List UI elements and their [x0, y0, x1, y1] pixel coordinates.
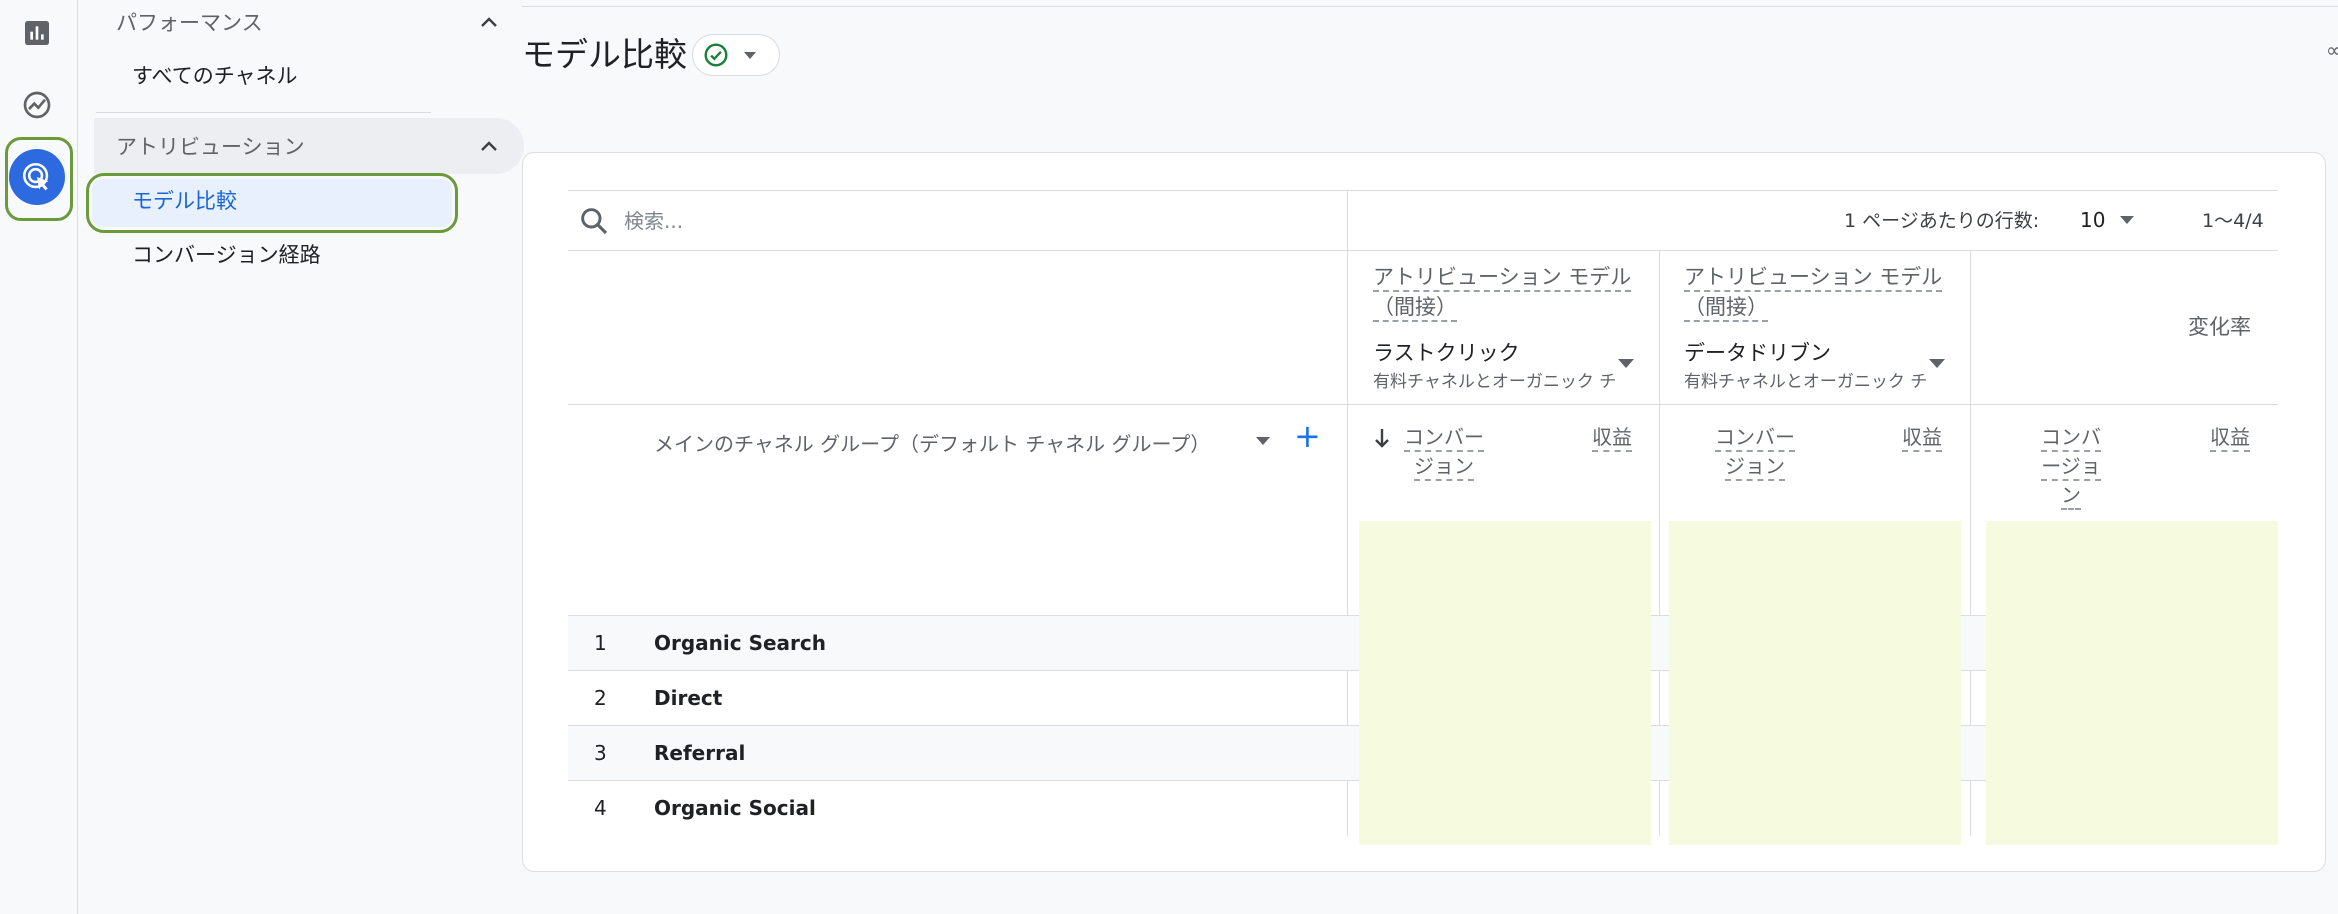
sidebar-item-label: モデル比較: [132, 189, 237, 213]
conversions-a-header[interactable]: コンバー ジョン: [1400, 423, 1488, 481]
dimension-dropdown-icon[interactable]: [1256, 437, 1270, 445]
rows-per-page-select[interactable]: 10: [2080, 204, 2152, 236]
change-rate-label: 変化率: [2188, 315, 2251, 339]
check-circle-icon: [704, 43, 728, 67]
search-input[interactable]: [622, 204, 1322, 238]
row-label: Organic Social: [654, 796, 816, 820]
conversions-b-l2: ジョン: [1725, 454, 1785, 481]
model-b-heading-line2: （間接）: [1684, 295, 1768, 322]
chevron-up-icon: [481, 141, 497, 151]
sidebar-item-label: すべてのチャネル: [132, 64, 298, 88]
sidebar-item-model-comparison[interactable]: モデル比較: [132, 175, 237, 225]
share-icon[interactable]: ∝: [2326, 38, 2338, 62]
status-chip[interactable]: [692, 34, 780, 76]
conversions-c-l1: コンバ: [2041, 425, 2101, 452]
revenue-b-header[interactable]: 収益: [1902, 423, 1942, 452]
model-a-dropdown-icon[interactable]: [1618, 359, 1634, 368]
rows-per-page-label: 1 ページあたりの行数:: [1844, 210, 2040, 232]
header-divider: [522, 6, 2338, 7]
trend-icon[interactable]: [14, 82, 60, 128]
nav-section-attribution[interactable]: アトリビューション: [94, 118, 524, 174]
model-b-sub: 有料チャネルとオーガニック チ: [1684, 372, 1928, 392]
model-b-name: データドリブン: [1684, 341, 1831, 365]
model-a-sub: 有料チャネルとオーガニック チ: [1373, 372, 1617, 392]
bar-chart-icon[interactable]: [14, 10, 60, 56]
toolbar-bottom-border: [568, 250, 2278, 251]
page-range: 1〜4/4: [2202, 210, 2264, 232]
attribution-icon[interactable]: [9, 149, 65, 205]
conversions-a-l2: ジョン: [1414, 454, 1474, 481]
sort-arrow-down-icon[interactable]: [1372, 426, 1392, 450]
revenue-a-label: 収益: [1592, 425, 1632, 452]
row-number: 2: [594, 686, 607, 710]
chevron-up-icon: [481, 17, 497, 27]
nav-section-label: パフォーマンス: [116, 11, 263, 35]
nav-divider: [96, 112, 431, 113]
row-number: 1: [594, 631, 607, 655]
sidebar-item-all-channels[interactable]: すべてのチャネル: [132, 50, 297, 100]
icon-rail: [0, 0, 78, 914]
row-label: Referral: [654, 741, 746, 765]
dimension-label: メインのチャネル グループ（デフォルト チャネル グループ）: [654, 432, 1211, 456]
conversions-b-l1: コンバー: [1715, 425, 1795, 452]
revenue-b-label: 収益: [1902, 425, 1942, 452]
nav-section-performance[interactable]: パフォーマンス: [94, 0, 524, 50]
add-dimension-button[interactable]: +: [1294, 420, 1321, 452]
side-nav: パフォーマンス すべてのチャネル アトリビューション モデル比較 コンバージョン…: [78, 0, 524, 914]
caret-down-icon: [2120, 216, 2135, 224]
conversions-change-header[interactable]: コンバ ージョ ン: [2036, 423, 2106, 510]
model-b-heading: アトリビューション モデル （間接）: [1684, 262, 1943, 322]
header-row-border: [568, 404, 2278, 405]
conversions-c-l2: ージョ: [2041, 454, 2101, 481]
model-b-dropdown-icon[interactable]: [1929, 359, 1945, 368]
conversions-b-header[interactable]: コンバー ジョン: [1711, 423, 1799, 481]
conversions-c-l3: ン: [2061, 483, 2081, 510]
table-top-border: [568, 190, 2278, 191]
row-number: 3: [594, 741, 607, 765]
model-a-heading: アトリビューション モデル （間接）: [1373, 262, 1632, 322]
row-label: Direct: [654, 686, 723, 710]
model-a-heading-line1: アトリビューション モデル: [1373, 265, 1632, 292]
model-a-name: ラストクリック: [1373, 341, 1520, 365]
search-icon: [581, 208, 608, 235]
model-a-heading-line2: （間接）: [1373, 295, 1457, 322]
sidebar-item-label: コンバージョン経路: [132, 243, 321, 267]
nav-section-label: アトリビューション: [116, 135, 305, 159]
conversions-a-l1: コンバー: [1404, 425, 1484, 452]
model-b-heading-line1: アトリビューション モデル: [1684, 265, 1943, 292]
change-data-column: [1986, 521, 2278, 845]
sidebar-item-conversion-paths[interactable]: コンバージョン経路: [132, 229, 321, 279]
row-number: 4: [594, 796, 607, 820]
revenue-change-header[interactable]: 収益: [2210, 423, 2250, 452]
revenue-c-label: 収益: [2210, 425, 2250, 452]
model-a-data-column: [1359, 521, 1651, 845]
rows-per-page-value: 10: [2080, 208, 2106, 232]
page-title: モデル比較: [522, 35, 687, 74]
row-label: Organic Search: [654, 631, 827, 655]
caret-down-icon: [744, 52, 756, 59]
revenue-a-header[interactable]: 収益: [1592, 423, 1632, 452]
model-b-data-column: [1669, 521, 1961, 845]
